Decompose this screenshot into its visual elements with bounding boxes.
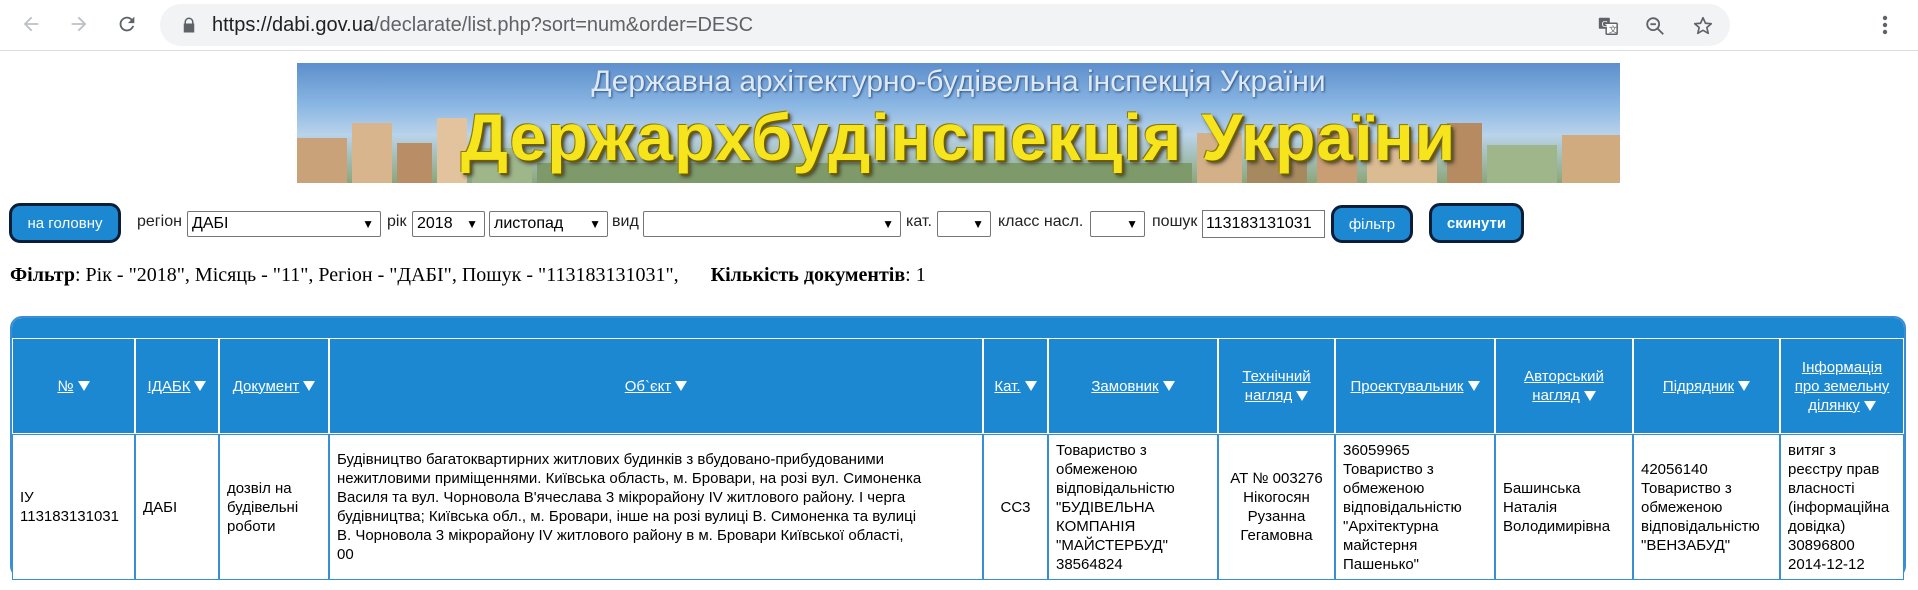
document-count-label: Кількість документів: [710, 264, 906, 286]
svg-text:G: G: [1602, 19, 1608, 29]
site-banner: Державна архітектурно-будівельна інспекц…: [297, 63, 1620, 183]
class-label: класс насл.: [998, 213, 1084, 230]
year-select[interactable]: 2018 ▼: [412, 211, 485, 237]
cell-land-info: витяг з реєстру прав власності (інформацій…: [1780, 434, 1904, 580]
search-input[interactable]: 113183131031: [1202, 210, 1325, 238]
dropdown-arrow-icon: ▼: [362, 217, 374, 231]
forward-arrow-icon[interactable]: [64, 9, 94, 39]
sort-arrow-icon[interactable]: [303, 381, 316, 391]
header-land-info[interactable]: Інформація про земельну ділянку: [1780, 338, 1904, 434]
header-customer[interactable]: Замовник: [1048, 338, 1218, 434]
filter-summary-label: Фільтр: [10, 264, 75, 286]
menu-kebab-icon[interactable]: [1872, 10, 1898, 40]
svg-text:文: 文: [1609, 24, 1617, 34]
reload-icon[interactable]: [112, 9, 142, 39]
cell-contractor: 42056140 Товариство з обмеженою відповідал…: [1633, 434, 1780, 580]
sort-arrow-icon[interactable]: [1024, 381, 1037, 391]
sort-arrow-icon[interactable]: [1296, 391, 1309, 402]
sort-arrow-icon[interactable]: [1863, 400, 1876, 411]
header-designer[interactable]: Проектувальник: [1335, 338, 1495, 434]
dropdown-arrow-icon: ▼: [882, 217, 894, 231]
filter-summary-text: : Рік - "2018", Місяць - "11", Регіон - …: [74, 264, 679, 286]
dropdown-arrow-icon: ▼: [466, 217, 478, 231]
filter-button[interactable]: фільтр: [1331, 205, 1413, 243]
cell-author-supervision: Башинська Наталія Володимирівна: [1495, 434, 1633, 580]
cell-customer: Товариство з обмеженою відповідальністю "Б…: [1048, 434, 1218, 580]
browser-toolbar: https://dabi.gov.ua/declarate/list.php?s…: [0, 0, 1918, 51]
header-tech-supervision[interactable]: Технічний нагляд: [1218, 338, 1335, 434]
sort-arrow-icon[interactable]: [1738, 381, 1751, 391]
sort-arrow-icon[interactable]: [1467, 381, 1480, 391]
banner-title: Держархбудінспекція України: [460, 100, 1457, 174]
sort-arrow-icon[interactable]: [77, 381, 90, 391]
sort-arrow-icon[interactable]: [194, 381, 207, 391]
type-label: вид: [612, 213, 639, 230]
document-count-value: : 1: [905, 264, 926, 286]
category-label: кат.: [906, 213, 932, 230]
cell-num: ІУ 113183131031: [12, 434, 135, 580]
month-select[interactable]: листопад ▼: [489, 211, 608, 237]
cell-object: Будівництво багатоквартирних житлових бу…: [329, 434, 983, 580]
dropdown-arrow-icon: ▼: [589, 217, 601, 231]
header-category[interactable]: Кат.: [983, 338, 1048, 434]
address-bar[interactable]: https://dabi.gov.ua/declarate/list.php?s…: [160, 4, 1730, 46]
lock-icon[interactable]: [180, 16, 198, 34]
sort-arrow-icon[interactable]: [1162, 381, 1175, 391]
header-idabk[interactable]: ІДАБК: [135, 338, 219, 434]
header-num[interactable]: №: [12, 338, 135, 434]
header-contractor[interactable]: Підрядник: [1633, 338, 1780, 434]
back-arrow-icon[interactable]: [16, 9, 46, 39]
year-label: рік: [387, 213, 407, 230]
search-label: пошук: [1152, 213, 1198, 230]
reset-button[interactable]: скинути: [1429, 203, 1524, 243]
filter-summary: Фільтр: Рік - "2018", Місяць - "11", Рег…: [10, 264, 926, 287]
sort-arrow-icon[interactable]: [1583, 391, 1596, 402]
category-select[interactable]: ▼: [937, 211, 991, 237]
region-select[interactable]: ДАБІ ▼: [187, 211, 381, 237]
cell-idabk: ДАБІ: [135, 434, 219, 580]
cell-designer: 36059965 Товариство з обмеженою відповідал…: [1335, 434, 1495, 580]
cell-category: СС3: [983, 434, 1048, 580]
zoom-out-icon[interactable]: [1642, 13, 1668, 39]
dropdown-arrow-icon: ▼: [972, 217, 984, 231]
cell-tech-supervision: АТ № 003276 Нікогосян Рузанна Гегамовна: [1218, 434, 1335, 580]
translate-icon[interactable]: G文: [1595, 13, 1621, 39]
dropdown-arrow-icon: ▼: [1126, 217, 1138, 231]
cell-document: дозвіл на будівельні роботи: [219, 434, 329, 580]
header-author-supervision[interactable]: Авторський нагляд: [1495, 338, 1633, 434]
region-label: регіон: [137, 213, 182, 230]
class-select[interactable]: ▼: [1090, 211, 1145, 237]
declarations-table: № ІДАБК Документ Об`єкт Кат. Замовник Те…: [10, 316, 1906, 580]
banner-subtitle: Державна архітектурно-будівельна інспекц…: [591, 65, 1326, 98]
header-object[interactable]: Об`єкт: [329, 338, 983, 434]
bookmark-star-icon[interactable]: [1690, 13, 1716, 39]
header-document[interactable]: Документ: [219, 338, 329, 434]
type-select[interactable]: ▼: [643, 211, 901, 237]
url-text[interactable]: https://dabi.gov.ua/declarate/list.php?s…: [212, 14, 753, 37]
home-button[interactable]: на головну: [9, 203, 121, 243]
sort-arrow-icon[interactable]: [675, 381, 688, 391]
